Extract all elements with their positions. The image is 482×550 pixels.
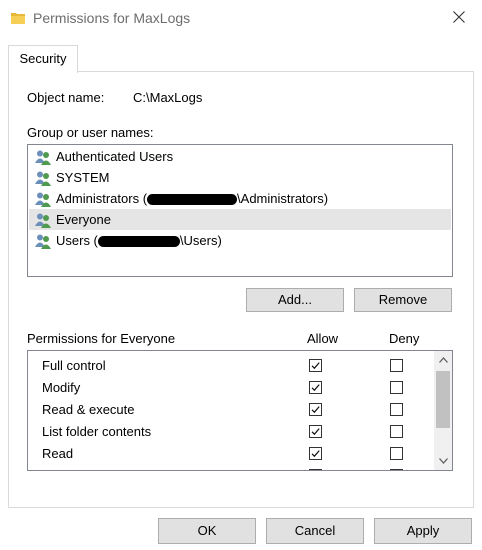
close-button[interactable] (436, 0, 482, 36)
list-item-system[interactable]: SYSTEM (29, 167, 451, 188)
object-name-value: C:\MaxLogs (133, 90, 203, 105)
list-item-label: Users (\Users) (56, 233, 222, 248)
list-item-administrators[interactable]: Administrators (\Administrators) (29, 188, 451, 209)
permission-name: Read & execute (42, 402, 135, 417)
allow-checkbox[interactable] (309, 359, 322, 372)
list-item-users[interactable]: Users (\Users) (29, 230, 451, 251)
ok-button[interactable]: OK (158, 518, 256, 544)
deny-checkbox[interactable] (390, 447, 403, 460)
permission-name: Write (42, 468, 72, 470)
redaction-mark (97, 236, 180, 248)
allow-column-header: Allow (307, 331, 339, 346)
deny-checkbox[interactable] (390, 403, 403, 416)
allow-checkbox[interactable] (309, 447, 322, 460)
title-bar: Permissions for MaxLogs (0, 0, 482, 38)
list-item-authenticated-users[interactable]: Authenticated Users (29, 146, 451, 167)
close-icon (453, 10, 465, 26)
group-user-list[interactable]: Authenticated Users SYSTEM Administrator… (27, 144, 453, 277)
list-item-label: Authenticated Users (56, 149, 174, 164)
permission-name: Full control (42, 358, 106, 373)
cancel-button[interactable]: Cancel (266, 518, 364, 544)
list-item-label: SYSTEM (56, 170, 110, 185)
deny-checkbox[interactable] (390, 469, 403, 470)
apply-button[interactable]: Apply (374, 518, 472, 544)
deny-checkbox[interactable] (390, 381, 403, 394)
permission-row: Modify (28, 376, 432, 398)
vertical-scrollbar[interactable] (434, 351, 452, 470)
deny-checkbox[interactable] (390, 359, 403, 372)
folder-icon (10, 10, 26, 26)
object-name-label: Object name: (27, 90, 105, 105)
scroll-down-arrow[interactable] (434, 452, 452, 470)
permissions-label: Permissions for Everyone (27, 331, 176, 346)
users-icon (34, 212, 52, 228)
permission-row: Full control (28, 354, 432, 376)
permission-row: Write (28, 464, 432, 470)
permission-name: Modify (42, 380, 81, 395)
dialog-footer: OK Cancel Apply (0, 508, 482, 550)
window-title: Permissions for MaxLogs (33, 10, 191, 26)
permission-name: Read (42, 446, 74, 461)
deny-checkbox[interactable] (390, 425, 403, 438)
remove-button[interactable]: Remove (354, 288, 452, 312)
users-icon (34, 170, 52, 186)
permission-row: List folder contents (28, 420, 432, 442)
scroll-thumb[interactable] (436, 371, 450, 428)
allow-checkbox[interactable] (309, 425, 322, 438)
allow-checkbox[interactable] (309, 381, 322, 394)
redaction-mark (147, 194, 238, 206)
users-icon (34, 149, 52, 165)
users-icon (34, 191, 52, 207)
list-item-label: Everyone (56, 212, 111, 227)
permission-name: List folder contents (42, 424, 152, 439)
tab-strip: Security (0, 38, 482, 73)
permissions-list[interactable]: Full control Modify Read & execute List fol… (27, 350, 453, 471)
add-button[interactable]: Add... (246, 288, 344, 312)
allow-checkbox[interactable] (309, 469, 322, 470)
list-item-label: Administrators (\Administrators) (56, 191, 329, 206)
deny-column-header: Deny (389, 331, 420, 346)
permission-row: Read (28, 442, 432, 464)
tab-security[interactable]: Security (8, 45, 78, 73)
users-icon (34, 233, 52, 249)
group-names-label: Group or user names: (27, 125, 154, 140)
permission-row: Read & execute (28, 398, 432, 420)
allow-checkbox[interactable] (309, 403, 322, 416)
scroll-up-arrow[interactable] (434, 351, 452, 369)
list-item-everyone[interactable]: Everyone (29, 209, 451, 230)
